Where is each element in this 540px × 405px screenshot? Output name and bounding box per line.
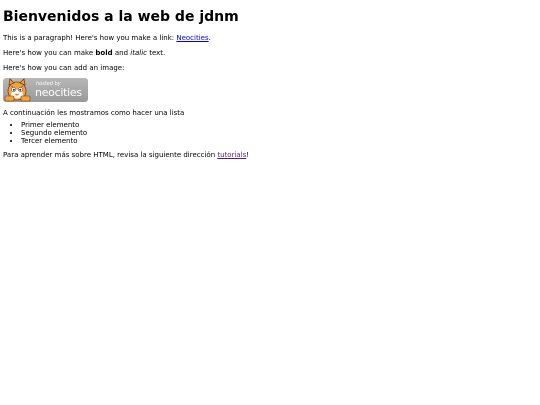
formatting-text-middle: and (112, 49, 131, 57)
italic-text: italic (130, 49, 147, 57)
paragraph-link: This is a paragraph! Here's how you make… (3, 34, 537, 43)
paragraph-formatting: Here's how you can make bold and italic … (3, 49, 537, 58)
list-item: Tercer elemento (21, 137, 537, 145)
badge-neocities-text: neocities (35, 86, 82, 99)
paragraph-tutorials: Para aprender más sobre HTML, revisa la … (3, 151, 537, 160)
tutorials-link[interactable]: tutorials (217, 151, 246, 159)
list-item: Primer elemento (21, 121, 537, 129)
paragraph-link-end: . (208, 34, 211, 42)
formatting-text-end: text. (146, 49, 166, 57)
tutorials-text-start: Para aprender más sobre HTML, revisa la … (3, 151, 218, 159)
page-body: Bienvenidos a la web de jdnm This is a p… (0, 0, 540, 160)
list-item: Segundo elemento (21, 129, 537, 137)
page-title: Bienvenidos a la web de jdnm (3, 9, 239, 25)
paragraph-image-intro: Here's how you can add an image: (3, 64, 125, 72)
formatting-text-start: Here's how you can make (3, 49, 96, 57)
bullet-list: Primer elemento Segundo elemento Tercer … (3, 121, 537, 145)
neocities-link[interactable]: Neocities (176, 34, 208, 42)
image-container: hosted by neocities (3, 78, 537, 103)
bold-text: bold (95, 49, 113, 57)
neocities-badge-image: hosted by neocities (3, 78, 88, 102)
neocities-cat-icon (4, 78, 31, 102)
tutorials-text-end: ! (246, 151, 250, 159)
paragraph-list-intro: A continuación les mostramos como hacer … (3, 109, 185, 117)
paragraph-link-text: This is a paragraph! Here's how you make… (3, 34, 177, 42)
